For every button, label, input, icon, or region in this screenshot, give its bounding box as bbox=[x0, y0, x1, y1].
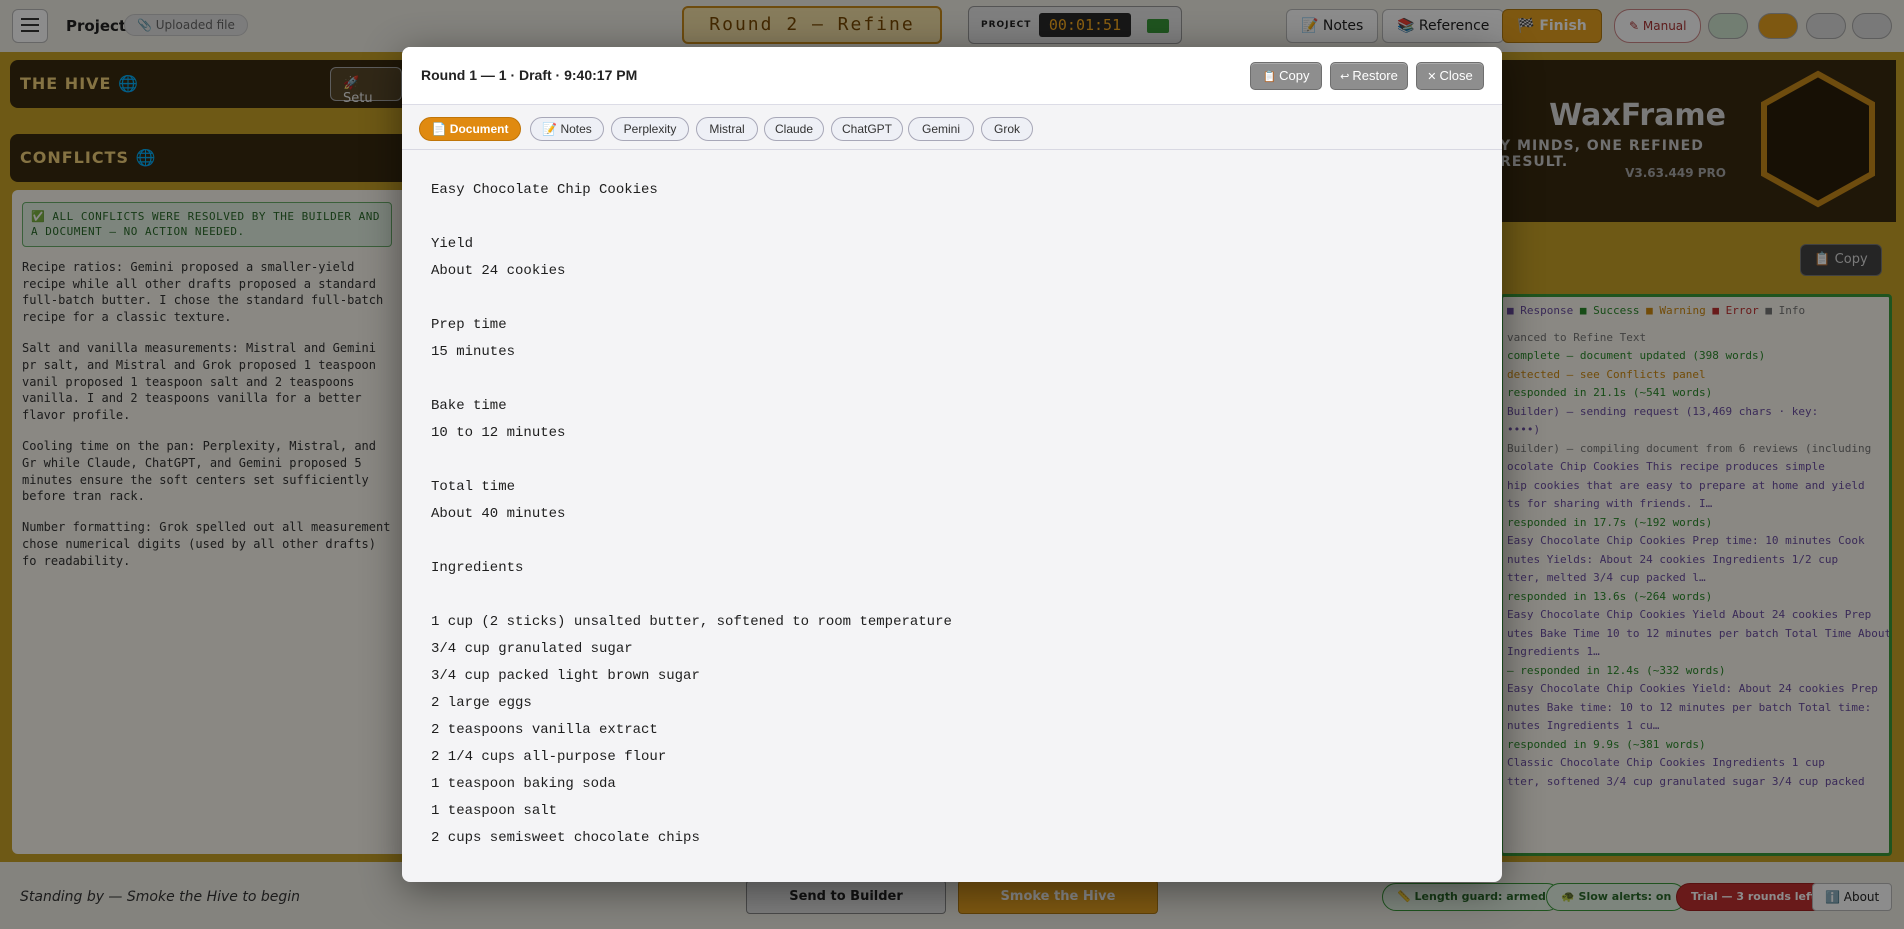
document-line: Bake time bbox=[431, 398, 507, 414]
document-line: 2 1/4 cups all-purpose flour bbox=[431, 749, 667, 765]
modal-header: Round 1 — 1 · Draft · 9:40:17 PM 📋 Copy ↩… bbox=[402, 47, 1502, 105]
restore-button[interactable]: ↩ Restore bbox=[1330, 62, 1408, 90]
document-line: 3/4 cup granulated sugar bbox=[431, 641, 633, 657]
close-button[interactable]: ✕ Close bbox=[1416, 62, 1484, 90]
clipboard-icon: 📋 bbox=[1262, 71, 1277, 83]
document-line: 2 large eggs bbox=[431, 695, 532, 711]
tab-grok[interactable]: Grok bbox=[981, 117, 1033, 141]
document-line: Easy Chocolate Chip Cookies bbox=[431, 182, 658, 198]
tab-perplexity[interactable]: Perplexity bbox=[611, 117, 689, 141]
document-line: 10 to 12 minutes bbox=[431, 425, 566, 441]
document-content: Easy Chocolate Chip Cookies Yield About 24… bbox=[402, 151, 1502, 882]
close-icon: ✕ bbox=[1427, 71, 1437, 83]
modal-title: Round 1 — 1 · Draft · 9:40:17 PM bbox=[421, 67, 638, 83]
document-line: Ingredients bbox=[431, 560, 524, 576]
document-line: 15 minutes bbox=[431, 344, 516, 360]
tab-notes[interactable]: 📝 Notes bbox=[530, 117, 604, 141]
document-line: Total time bbox=[431, 479, 516, 495]
document-icon: 📄 bbox=[431, 122, 450, 136]
tab-claude[interactable]: Claude bbox=[764, 117, 824, 141]
document-line: 2 teaspoons vanilla extract bbox=[431, 722, 658, 738]
document-line: 1 teaspoon baking soda bbox=[431, 776, 616, 792]
draft-viewer-modal: Round 1 — 1 · Draft · 9:40:17 PM 📋 Copy ↩… bbox=[402, 47, 1502, 882]
document-line: About 40 minutes bbox=[431, 506, 566, 522]
copy-button[interactable]: 📋 Copy bbox=[1250, 62, 1322, 90]
document-line: About 24 cookies bbox=[431, 263, 566, 279]
tab-mistral[interactable]: Mistral bbox=[696, 117, 758, 141]
tab-document[interactable]: 📄 Document bbox=[419, 117, 521, 141]
notes-icon: 📝 bbox=[542, 122, 561, 136]
restore-arrow-icon: ↩ bbox=[1340, 71, 1350, 83]
document-line: 1 cup (2 sticks) unsalted butter, soften… bbox=[431, 614, 952, 630]
document-line: Yield bbox=[431, 236, 474, 252]
document-line: 3/4 cup packed light brown sugar bbox=[431, 668, 700, 684]
tab-gemini[interactable]: Gemini bbox=[908, 117, 974, 141]
source-tabs: 📄 Document 📝 Notes Perplexity Mistral Cl… bbox=[402, 105, 1502, 150]
document-line: 2 cups semisweet chocolate chips bbox=[431, 830, 700, 846]
document-line: 1 teaspoon salt bbox=[431, 803, 558, 819]
tab-chatgpt[interactable]: ChatGPT bbox=[831, 117, 903, 141]
document-line: Prep time bbox=[431, 317, 507, 333]
